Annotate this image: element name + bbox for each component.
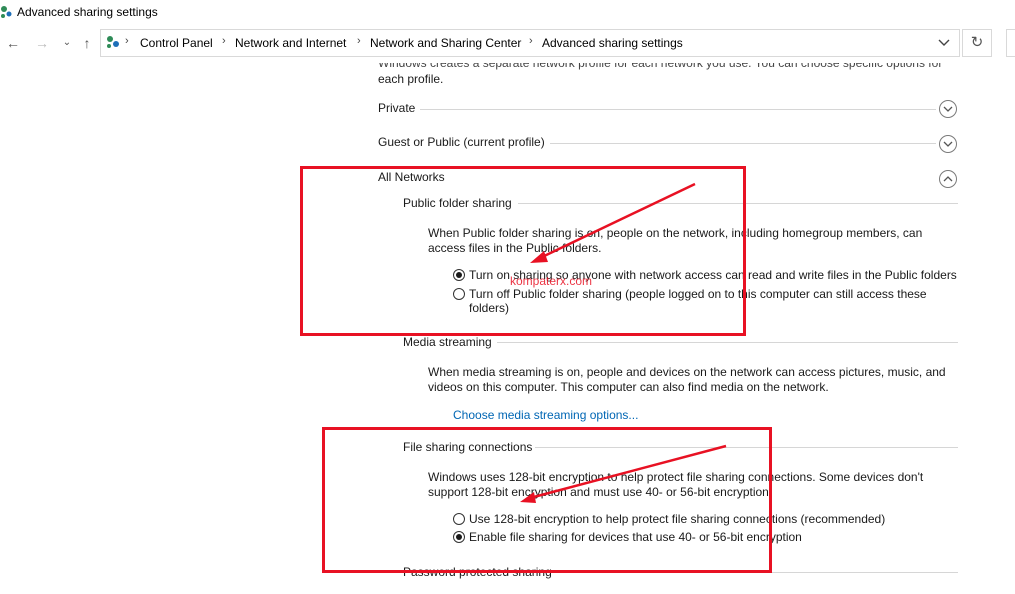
annotation-arrow-icon <box>520 444 727 503</box>
annotation-arrows <box>520 182 727 503</box>
annotation-arrow-icon <box>530 182 696 263</box>
